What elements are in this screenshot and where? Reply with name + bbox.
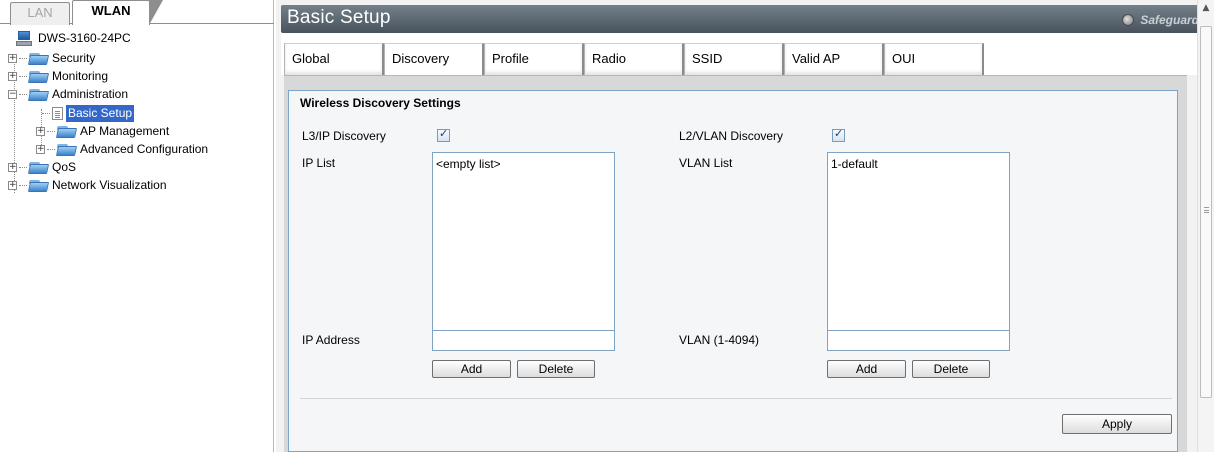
tree-item-advanced-configuration[interactable]: + Advanced Configuration xyxy=(36,141,208,158)
expand-icon[interactable]: + xyxy=(36,127,45,136)
section-title: Wireless Discovery Settings xyxy=(300,96,461,110)
tree-connector xyxy=(19,185,27,186)
ip-add-button[interactable]: Add xyxy=(432,360,511,378)
l2-vlan-discovery-checkbox[interactable] xyxy=(832,127,845,142)
tab-profile[interactable]: Profile xyxy=(484,43,584,75)
tree-item-network-visualization[interactable]: + Network Visualization xyxy=(8,177,167,194)
tab-radio[interactable]: Radio xyxy=(584,43,684,75)
ip-list-box[interactable]: <empty list> xyxy=(432,152,615,348)
tree-item-administration[interactable]: − Administration xyxy=(8,86,128,103)
folder-open-icon xyxy=(27,88,50,101)
tab-wlan[interactable]: WLAN xyxy=(72,0,163,25)
folder-icon xyxy=(55,125,78,138)
collapse-icon[interactable]: − xyxy=(8,90,17,99)
page-title: Basic Setup xyxy=(287,7,391,28)
tab-ssid[interactable]: SSID xyxy=(684,43,784,75)
page-icon xyxy=(52,107,63,120)
tree-connector xyxy=(19,167,27,168)
tab-discovery[interactable]: Discovery xyxy=(384,43,484,75)
folder-icon xyxy=(55,143,78,156)
tree-label-administration: Administration xyxy=(52,87,129,101)
vlan-add-button[interactable]: Add xyxy=(827,360,906,378)
tree-label-security: Security xyxy=(52,51,96,65)
ip-address-input[interactable] xyxy=(432,330,615,351)
folder-icon xyxy=(27,179,50,192)
vlan-delete-button[interactable]: Delete xyxy=(912,360,990,378)
tree-item-device[interactable]: DWS-3160-24PC xyxy=(16,30,131,47)
safeguard-indicator[interactable]: Safeguard xyxy=(1122,13,1199,27)
ip-list-label: IP List xyxy=(302,156,336,170)
ip-address-label: IP Address xyxy=(302,333,360,347)
tab-global[interactable]: Global xyxy=(284,43,384,75)
apply-button[interactable]: Apply xyxy=(1062,414,1172,434)
tree-connector xyxy=(47,149,55,150)
tree-item-security[interactable]: + Security xyxy=(8,50,95,67)
page-title-bar: Basic Setup Safeguard xyxy=(281,5,1203,33)
scroll-up-arrow-icon[interactable]: ▲ xyxy=(1198,0,1214,16)
vlan-list-label: VLAN List xyxy=(679,156,733,170)
tree-item-monitoring[interactable]: + Monitoring xyxy=(8,68,108,85)
tree-label-ap-management: AP Management xyxy=(80,124,170,138)
tab-bar: Global Discovery Profile Radio SSID Vali… xyxy=(281,33,1203,75)
tab-valid-ap[interactable]: Valid AP xyxy=(784,43,884,75)
expand-icon[interactable]: + xyxy=(8,54,17,63)
tree-label-basic-setup: Basic Setup xyxy=(66,105,135,122)
expand-icon[interactable]: + xyxy=(8,72,17,81)
tree-connector xyxy=(42,113,50,114)
tree-label-network-visualization: Network Visualization xyxy=(52,178,167,192)
ip-delete-button[interactable]: Delete xyxy=(517,360,595,378)
folder-icon xyxy=(27,52,50,65)
tree-item-basic-setup[interactable]: Basic Setup xyxy=(42,105,135,122)
folder-icon xyxy=(27,70,50,83)
vlan-list-box[interactable]: 1-default xyxy=(827,152,1010,348)
tree-connector xyxy=(47,131,55,132)
tree-item-ap-management[interactable]: + AP Management xyxy=(36,123,169,140)
scrollbar-thumb[interactable] xyxy=(1200,26,1212,398)
expand-icon[interactable]: + xyxy=(8,181,17,190)
list-item[interactable]: <empty list> xyxy=(436,157,611,171)
safeguard-label: Safeguard xyxy=(1140,13,1199,27)
expand-icon[interactable]: + xyxy=(36,145,45,154)
tree-connector xyxy=(19,76,27,77)
tree-label-advanced-configuration: Advanced Configuration xyxy=(80,142,209,156)
tab-lan[interactable]: LAN xyxy=(10,2,70,25)
tree-item-qos[interactable]: + QoS xyxy=(8,159,76,176)
vlan-id-input[interactable] xyxy=(827,330,1010,351)
tree-label-qos: QoS xyxy=(52,160,77,174)
tree-connector xyxy=(19,58,27,59)
top-tabs: LAN WLAN xyxy=(0,0,274,25)
divider xyxy=(300,398,1172,399)
l2-vlan-discovery-label: L2/VLAN Discovery xyxy=(679,129,784,143)
navigation-panel: LAN WLAN DWS-3160-24PC + Security + Moni… xyxy=(0,0,274,452)
tree-label-monitoring: Monitoring xyxy=(52,69,109,83)
expand-icon[interactable]: + xyxy=(8,163,17,172)
safeguard-icon xyxy=(1122,14,1135,26)
tree-connector xyxy=(19,94,27,95)
l3-ip-discovery-label: L3/IP Discovery xyxy=(302,129,386,143)
grip-icon xyxy=(1204,207,1209,213)
list-item[interactable]: 1-default xyxy=(831,157,1006,171)
tree-label-device: DWS-3160-24PC xyxy=(38,31,131,45)
tab-oui[interactable]: OUI xyxy=(884,43,984,75)
switch-icon xyxy=(16,30,34,47)
folder-icon xyxy=(27,161,50,174)
l3-ip-discovery-checkbox[interactable] xyxy=(437,127,450,142)
vlan-id-label: VLAN (1-4094) xyxy=(679,333,760,347)
vertical-scrollbar[interactable]: ▲ xyxy=(1197,0,1214,452)
content-panel: Basic Setup Safeguard Global Discovery P… xyxy=(276,0,1214,452)
